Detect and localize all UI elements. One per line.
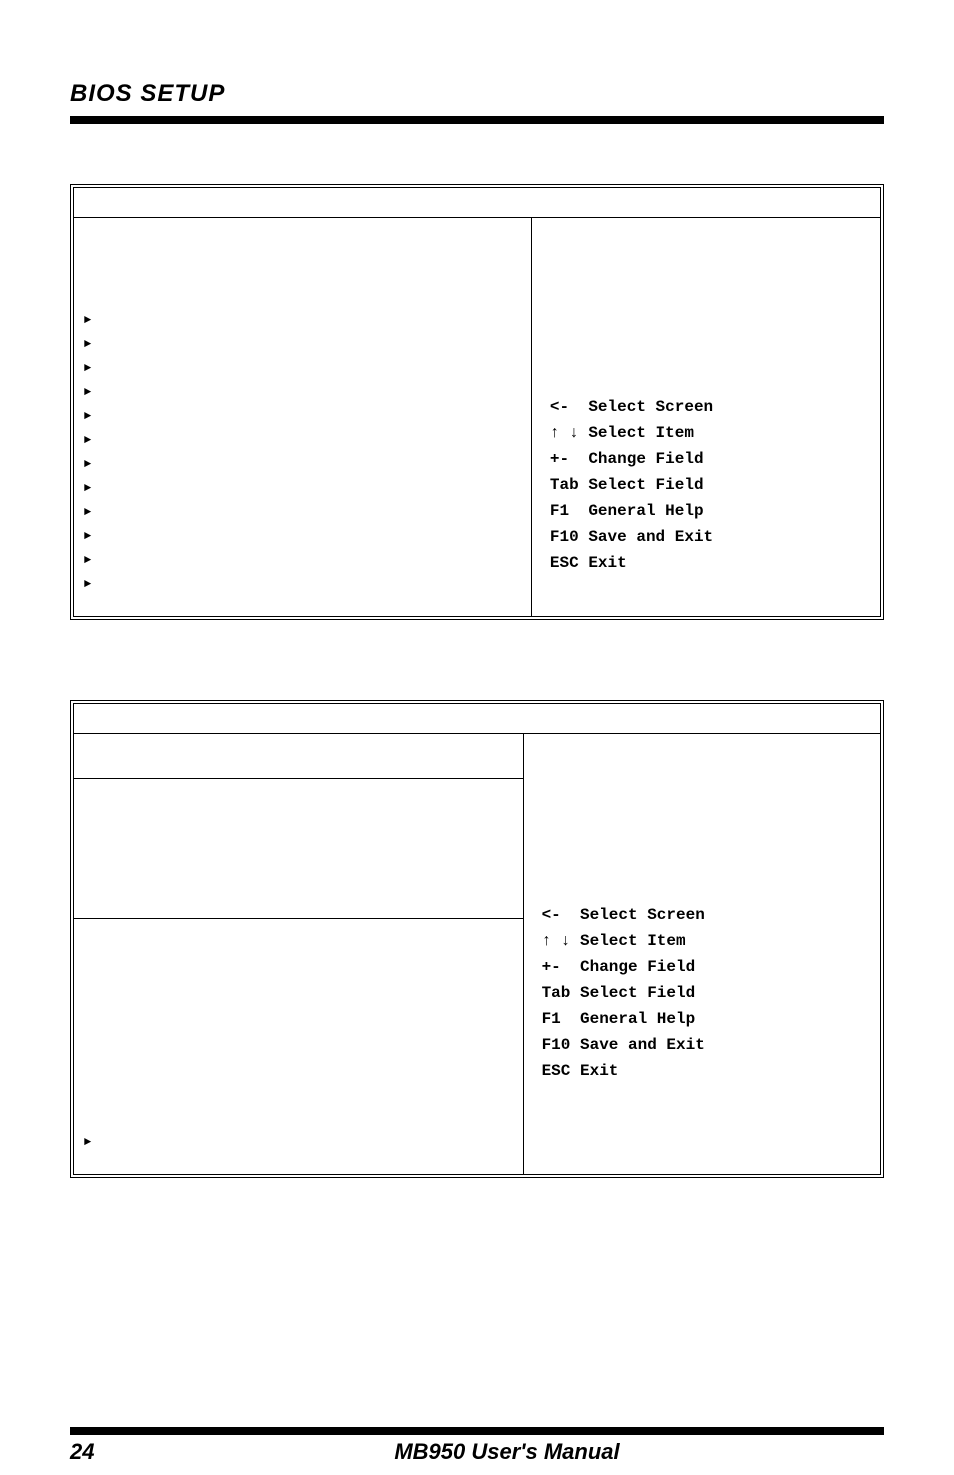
triangle-icon: ► (84, 481, 104, 495)
list-item: ► (84, 380, 521, 404)
help-line: +- Change Field (542, 954, 862, 980)
list-item: ► (84, 476, 521, 500)
help-line: F10 Save and Exit (542, 1032, 862, 1058)
list-item: ► (84, 428, 521, 452)
page-header-title: BIOS SETUP (70, 80, 884, 108)
help-line: <- Select Screen (550, 394, 862, 420)
bios-panel-2-header (74, 704, 880, 734)
list-item: ► (84, 1130, 513, 1154)
help-line: <- Select Screen (542, 902, 862, 928)
triangle-icon: ► (84, 553, 104, 567)
triangle-icon: ► (84, 529, 104, 543)
bios-panel-2: ► <- Select Screen ↑ ↓ Select Item +- Ch… (70, 700, 884, 1178)
help-line: +- Change Field (550, 446, 862, 472)
list-item: ► (84, 356, 521, 380)
footer: 24 MB950 User's Manual (70, 1439, 884, 1465)
help-line: Tab Select Field (542, 980, 862, 1006)
triangle-icon: ► (84, 1135, 104, 1149)
list-item: ► (84, 452, 521, 476)
help-line: ↑ ↓ Select Item (550, 420, 862, 446)
bios-panel-1: ► ► ► ► ► ► ► ► ► ► ► ► <- Select Screen… (70, 184, 884, 620)
triangle-icon: ► (84, 577, 104, 591)
list-item: ► (84, 572, 521, 596)
triangle-icon: ► (84, 409, 104, 423)
bios-panel-2-section-c: ► (74, 919, 523, 1174)
triangle-icon: ► (84, 337, 104, 351)
help-line: ESC Exit (550, 550, 862, 576)
manual-title: MB950 User's Manual (130, 1439, 884, 1465)
help-line: F10 Save and Exit (550, 524, 862, 550)
list-item: ► (84, 548, 521, 572)
help-line: ↑ ↓ Select Item (542, 928, 862, 954)
bios-panel-1-menu: ► ► ► ► ► ► ► ► ► ► ► ► (74, 218, 532, 616)
bios-panel-2-section-b (74, 779, 523, 919)
list-item: ► (84, 332, 521, 356)
footer-rule (70, 1427, 884, 1435)
list-item: ► (84, 308, 521, 332)
triangle-icon: ► (84, 361, 104, 375)
help-line: F1 General Help (542, 1006, 862, 1032)
help-line: Tab Select Field (550, 472, 862, 498)
list-item: ► (84, 404, 521, 428)
bios-panel-2-section-a (74, 734, 523, 779)
bios-panel-2-menu: ► (74, 734, 524, 1174)
triangle-icon: ► (84, 313, 104, 327)
triangle-icon: ► (84, 505, 104, 519)
help-line: F1 General Help (550, 498, 862, 524)
triangle-icon: ► (84, 385, 104, 399)
bios-panel-1-header (74, 188, 880, 218)
bios-panel-2-help: <- Select Screen ↑ ↓ Select Item +- Chan… (524, 734, 880, 1174)
page-number: 24 (70, 1439, 130, 1465)
triangle-icon: ► (84, 433, 104, 447)
bios-panel-1-help: <- Select Screen ↑ ↓ Select Item +- Chan… (532, 218, 880, 616)
header-rule (70, 116, 884, 124)
help-line: ESC Exit (542, 1058, 862, 1084)
list-item: ► (84, 524, 521, 548)
list-item: ► (84, 500, 521, 524)
triangle-icon: ► (84, 457, 104, 471)
